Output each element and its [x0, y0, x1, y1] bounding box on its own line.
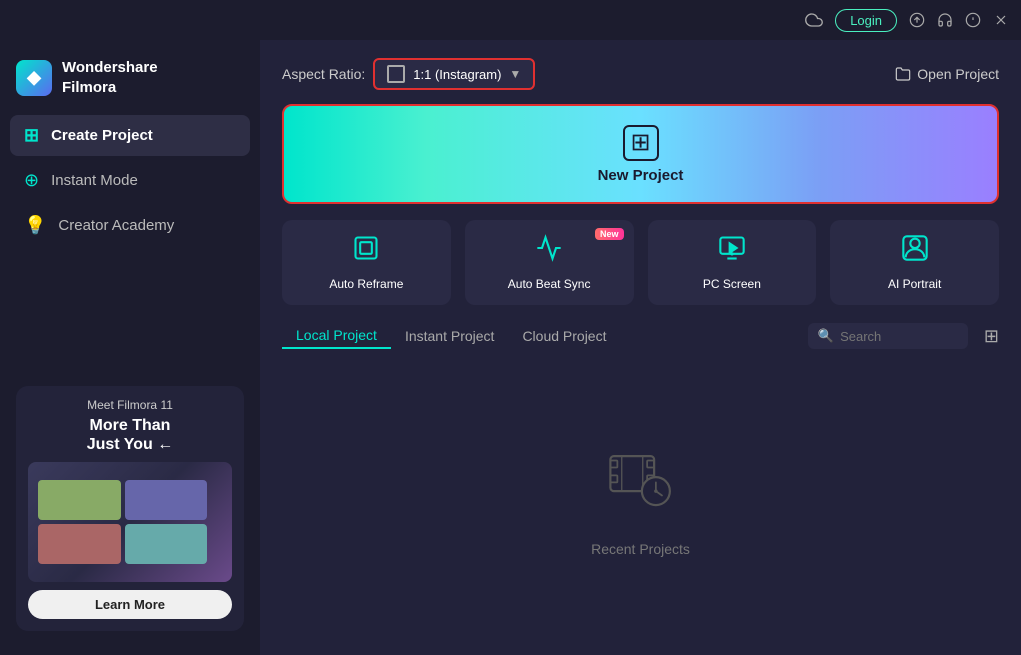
learn-more-button[interactable]: Learn More — [28, 590, 232, 619]
search-icon: 🔍 — [818, 328, 834, 344]
app-logo-icon: ◆ — [16, 60, 52, 96]
project-tabs: Local Project Instant Project Cloud Proj… — [282, 323, 620, 349]
screen-icon — [718, 234, 746, 269]
quick-card-label: Auto Reframe — [329, 277, 403, 291]
sidebar-item-label: Create Project — [51, 127, 153, 144]
promo-headline: More ThanJust You ← — [28, 416, 232, 454]
app-logo-text: Wondershare Filmora — [62, 58, 158, 97]
search-input[interactable] — [840, 329, 958, 344]
create-project-icon: ⊞ — [24, 125, 39, 146]
aspect-ratio-select[interactable]: 1:1 (Instagram) ▼ — [373, 58, 535, 90]
open-project-label: Open Project — [917, 66, 999, 82]
quick-card-label: AI Portrait — [888, 277, 941, 291]
sidebar-item-creator-academy[interactable]: 💡 Creator Academy — [10, 205, 250, 246]
cloud-icon[interactable] — [805, 11, 823, 29]
new-project-label: New Project — [598, 167, 684, 184]
new-project-icon: ⊞ — [623, 125, 659, 161]
reframe-icon — [352, 234, 380, 269]
sidebar-item-label: Instant Mode — [51, 172, 138, 189]
sidebar-logo: ◆ Wondershare Filmora — [0, 48, 260, 115]
search-bar[interactable]: 🔍 — [808, 323, 968, 349]
quick-card-label: Auto Beat Sync — [508, 277, 591, 291]
main-layout: ◆ Wondershare Filmora ⊞ Create Project ⊕… — [0, 40, 1021, 655]
promo-subtitle: Meet Filmora 11 — [28, 398, 232, 412]
creator-academy-icon: 💡 — [24, 215, 46, 236]
chevron-down-icon: ▼ — [509, 67, 521, 81]
promo-thumb-2 — [125, 480, 208, 520]
login-button[interactable]: Login — [835, 9, 897, 32]
ai-portrait-icon — [901, 234, 929, 269]
aspect-ratio-value: 1:1 (Instagram) — [413, 67, 501, 82]
open-project-button[interactable]: Open Project — [895, 66, 999, 82]
tab-instant-project[interactable]: Instant Project — [391, 323, 509, 349]
quick-card-pc-screen[interactable]: PC Screen — [648, 220, 817, 305]
sidebar: ◆ Wondershare Filmora ⊞ Create Project ⊕… — [0, 40, 260, 655]
recent-projects-label: Recent Projects — [591, 541, 690, 557]
folder-icon — [895, 66, 911, 82]
film-clock-icon — [606, 443, 676, 527]
aspect-ratio-label: Aspect Ratio: — [282, 66, 365, 82]
new-badge: New — [595, 228, 624, 240]
quick-card-auto-reframe[interactable]: Auto Reframe — [282, 220, 451, 305]
promo-thumb-1 — [38, 480, 121, 520]
quick-actions: Auto Reframe New Auto Beat Sync PC Scree… — [282, 220, 999, 305]
promo-thumb-3 — [38, 524, 121, 564]
titlebar: Login — [0, 0, 1021, 40]
project-tabs-row: Local Project Instant Project Cloud Proj… — [282, 323, 999, 349]
tab-local-project[interactable]: Local Project — [282, 323, 391, 349]
beat-sync-icon — [535, 234, 563, 269]
sidebar-item-instant-mode[interactable]: ⊕ Instant Mode — [10, 160, 250, 201]
content-area: Aspect Ratio: 1:1 (Instagram) ▼ Open Pro… — [260, 40, 1021, 655]
alert-icon[interactable] — [965, 12, 981, 28]
sidebar-item-label: Creator Academy — [58, 217, 174, 234]
close-icon[interactable] — [993, 12, 1009, 28]
sidebar-nav: ⊞ Create Project ⊕ Instant Mode 💡 Creato… — [0, 115, 260, 246]
tab-cloud-project[interactable]: Cloud Project — [508, 323, 620, 349]
promo-card: Meet Filmora 11 More ThanJust You ← Lear… — [16, 386, 244, 631]
headset-icon[interactable] — [937, 12, 953, 28]
instant-mode-icon: ⊕ — [24, 170, 39, 191]
promo-image — [28, 462, 232, 582]
top-row: Aspect Ratio: 1:1 (Instagram) ▼ Open Pro… — [282, 58, 999, 90]
upload-icon[interactable] — [909, 12, 925, 28]
aspect-ratio-box-icon — [387, 65, 405, 83]
recent-projects-empty: Recent Projects — [282, 363, 999, 637]
sidebar-item-create-project[interactable]: ⊞ Create Project — [10, 115, 250, 156]
grid-view-button[interactable]: ⊞ — [984, 326, 999, 347]
promo-thumb-4 — [125, 524, 208, 564]
quick-card-label: PC Screen — [703, 277, 761, 291]
new-project-banner[interactable]: ⊞ New Project — [282, 104, 999, 204]
quick-card-ai-portrait[interactable]: AI Portrait — [830, 220, 999, 305]
quick-card-auto-beat-sync[interactable]: New Auto Beat Sync — [465, 220, 634, 305]
